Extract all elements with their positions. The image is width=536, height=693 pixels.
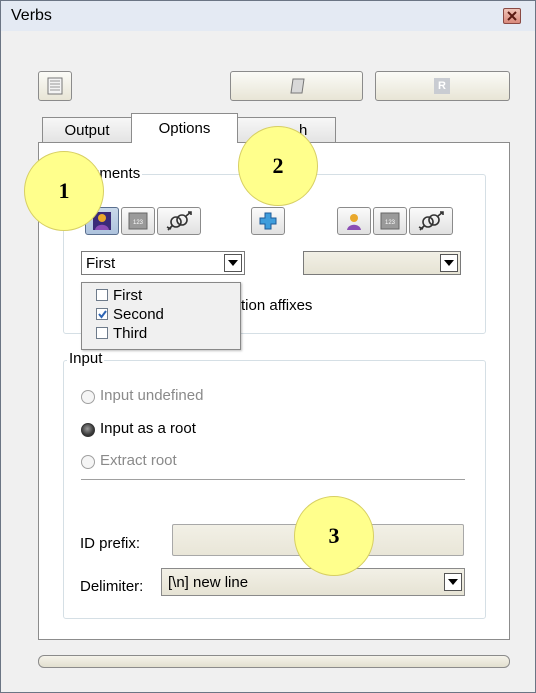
input-as-root-radio[interactable] (81, 423, 95, 437)
tab-options[interactable]: Options (131, 113, 238, 143)
extract-root-radio[interactable] (81, 455, 95, 469)
number-button-left[interactable]: 123 (121, 207, 155, 235)
r-icon: R (434, 78, 450, 94)
svg-text:123: 123 (385, 220, 396, 226)
progress-bar (38, 655, 510, 668)
checkbox[interactable] (96, 327, 108, 339)
dropdown-item-label: Second (113, 306, 164, 323)
tab-output-label: Output (64, 122, 110, 139)
gender-icon-right (418, 211, 444, 231)
argument-dropdown-list: First Second Third (81, 282, 241, 350)
verbs-window: Verbs R Output h Options uments 123 123 … (0, 0, 536, 693)
list-view-button[interactable] (38, 71, 72, 101)
argument-left-select-value: First (86, 255, 116, 272)
delimiter-select[interactable]: [\n] new line (161, 568, 465, 596)
checkbox[interactable] (96, 289, 108, 301)
number-icon: 123 (128, 212, 148, 230)
close-icon (507, 11, 517, 21)
options-panel: uments 123 123 First tion affixes Input … (38, 142, 510, 640)
chevron-down-icon[interactable] (444, 573, 462, 591)
input-undefined-radio[interactable] (81, 390, 95, 404)
chevron-down-icon[interactable] (440, 254, 458, 272)
r-button[interactable]: R (375, 71, 510, 101)
tab-output[interactable]: Output (42, 117, 132, 143)
book-icon (290, 78, 305, 94)
add-button[interactable] (251, 207, 285, 235)
delimiter-select-value: [\n] new line (168, 574, 249, 591)
annotation-badge-3: 3 (294, 496, 374, 576)
close-button[interactable] (503, 8, 521, 24)
extract-root-label: Extract root (100, 452, 177, 469)
list-icon (47, 77, 63, 95)
chevron-down-icon[interactable] (224, 254, 242, 272)
annotation-badge-2: 2 (238, 126, 318, 206)
person-button-right[interactable] (337, 207, 371, 235)
dropdown-item-label: Third (113, 325, 148, 342)
window-title: Verbs (11, 7, 52, 24)
argument-left-select[interactable]: First (81, 251, 245, 275)
divider (81, 479, 465, 480)
gender-icon (166, 211, 192, 231)
gender-button-left[interactable] (157, 207, 201, 235)
checkmark-icon (98, 310, 107, 319)
input-group-label: Input (67, 350, 105, 367)
delimiter-label: Delimiter: (80, 578, 144, 595)
book-button[interactable] (230, 71, 363, 101)
annotation-badge-1: 1 (24, 151, 104, 231)
input-as-root-label: Input as a root (100, 420, 196, 437)
argument-right-select[interactable] (303, 251, 461, 275)
plus-icon (259, 212, 277, 230)
affixes-label: tion affixes (241, 297, 313, 314)
person-icon-right (347, 214, 361, 230)
checkbox[interactable] (96, 308, 108, 320)
tab-options-label: Options (158, 120, 211, 137)
title-bar: Verbs (1, 1, 535, 31)
number-button-right[interactable]: 123 (373, 207, 407, 235)
svg-text:123: 123 (133, 220, 144, 226)
id-prefix-label: ID prefix: (80, 535, 141, 552)
dropdown-item-label: First (113, 287, 143, 304)
number-icon-right: 123 (380, 212, 400, 230)
input-undefined-label: Input undefined (100, 387, 204, 404)
gender-button-right[interactable] (409, 207, 453, 235)
